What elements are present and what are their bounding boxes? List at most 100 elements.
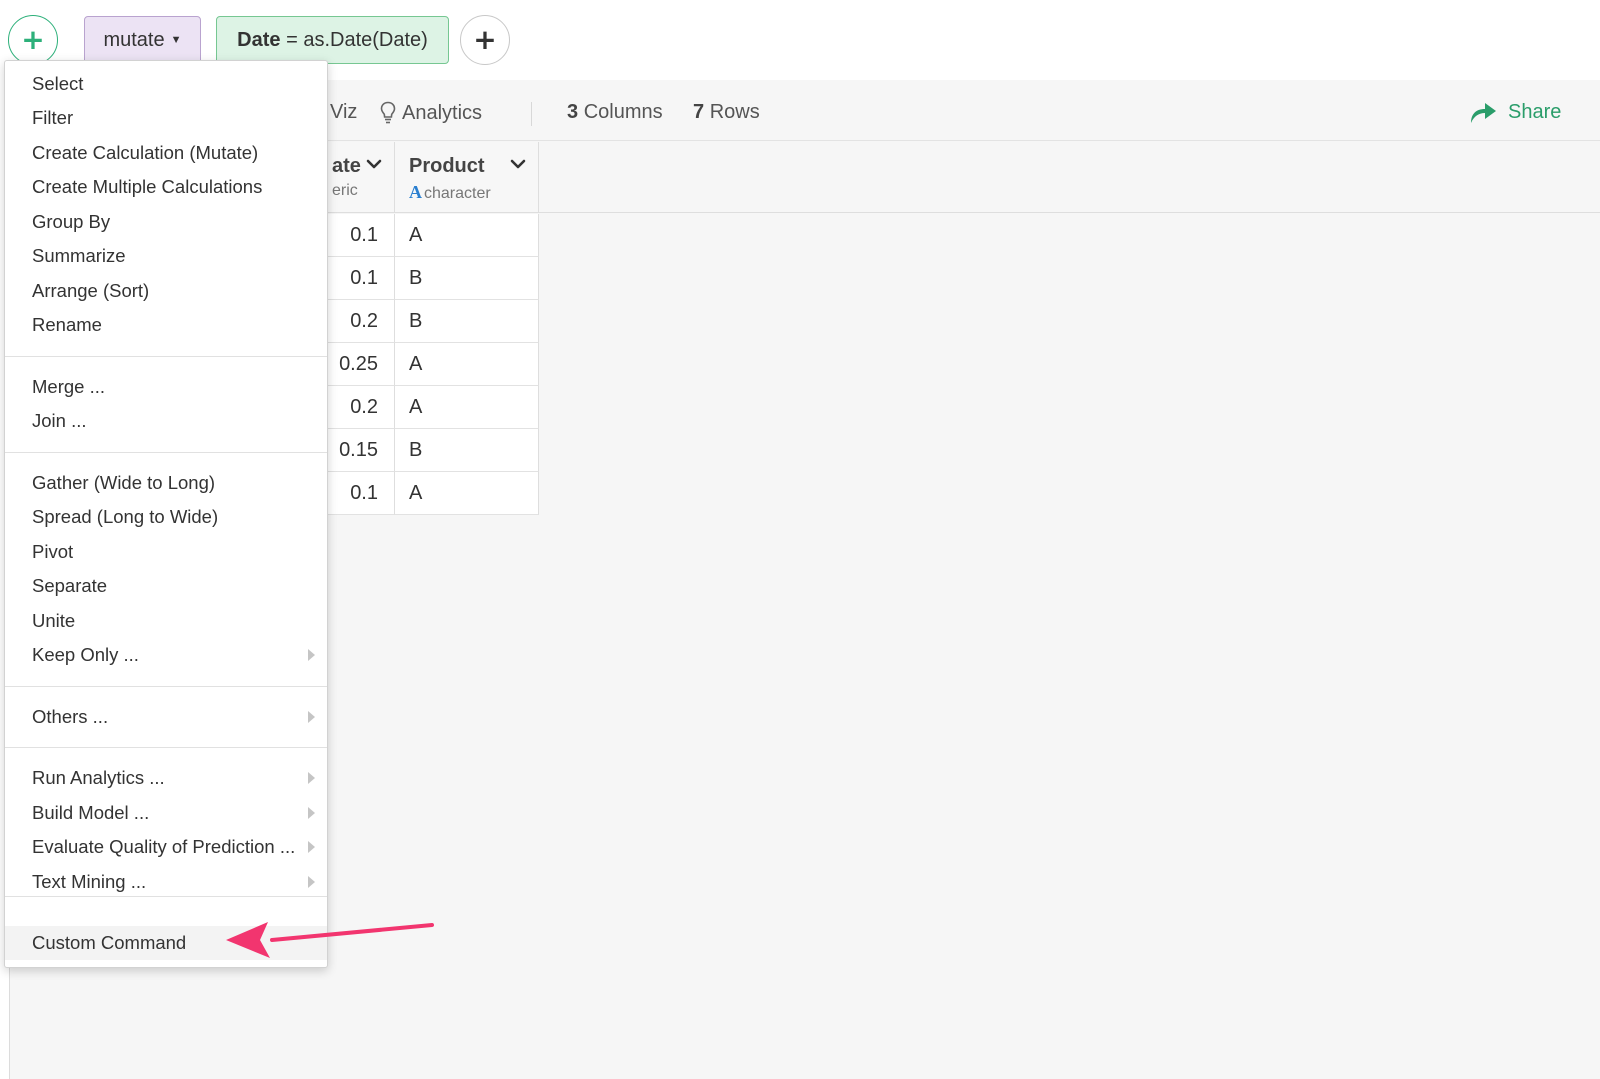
chevron-down-icon[interactable] — [510, 158, 526, 170]
menu-divider — [5, 686, 327, 687]
column-type-label: eric — [332, 182, 358, 199]
plus-icon: + — [473, 23, 497, 56]
share-arrow-icon — [1471, 103, 1496, 123]
menu-item-label: Spread (Long to Wide) — [32, 506, 219, 527]
table-cell: 0.25 — [318, 343, 395, 386]
menu-item-arrange-sort[interactable]: Arrange (Sort) — [5, 274, 327, 308]
menu-item-spread-long-to-wide[interactable]: Spread (Long to Wide) — [5, 500, 327, 534]
menu-item-label: Merge ... — [32, 376, 105, 397]
menu-item-unite[interactable]: Unite — [5, 604, 327, 638]
menu-item-rename[interactable]: Rename — [5, 308, 327, 342]
table-cell: 0.2 — [318, 300, 395, 343]
annotation-arrow — [226, 922, 434, 958]
toolbar-divider — [531, 102, 532, 126]
menu-item-label: Build Model ... — [32, 802, 150, 823]
menu-item-select[interactable]: Select — [5, 67, 327, 101]
share-button[interactable]: Share — [1468, 100, 1561, 124]
menu-item-label: Filter — [32, 107, 74, 128]
menu-item-gather-wide-to-long[interactable]: Gather (Wide to Long) — [5, 466, 327, 500]
table-cell: B — [395, 429, 539, 472]
expression-column: Date — [237, 28, 281, 51]
table-cell: 0.2 — [318, 386, 395, 429]
tab-viz[interactable]: Viz — [330, 101, 357, 124]
share-label: Share — [1508, 100, 1562, 123]
menu-divider — [5, 747, 327, 748]
character-type-icon: A — [409, 182, 422, 202]
table-cell: 0.1 — [318, 257, 395, 300]
menu-item-merge[interactable]: Merge ... — [5, 370, 327, 404]
plus-icon: + — [21, 23, 45, 56]
menu-item-label: Create Multiple Calculations — [32, 176, 263, 197]
menu-item-create-calculation-mutate[interactable]: Create Calculation (Mutate) — [5, 136, 327, 170]
menu-item-others[interactable]: Others ... — [5, 700, 327, 734]
table-cell: 0.1 — [318, 472, 395, 515]
menu-item-label: Create Calculation (Mutate) — [32, 142, 259, 163]
submenu-arrow-icon — [308, 841, 315, 853]
table-cell: A — [395, 472, 539, 515]
table-cell: B — [395, 257, 539, 300]
menu-item-build-model[interactable]: Build Model ... — [5, 796, 327, 830]
add-expression-button[interactable]: + — [460, 15, 510, 65]
menu-item-label: Text Mining ... — [32, 871, 147, 892]
menu-item-label: Gather (Wide to Long) — [32, 472, 216, 493]
submenu-arrow-icon — [308, 772, 315, 784]
menu-item-keep-only[interactable]: Keep Only ... — [5, 638, 327, 672]
table-cell: A — [395, 386, 539, 429]
menu-item-run-analytics[interactable]: Run Analytics ... — [5, 761, 327, 795]
columns-count: 3 Columns — [567, 101, 663, 123]
column-name: Product — [409, 155, 485, 177]
menu-item-text-mining[interactable]: Text Mining ... — [5, 865, 327, 899]
menu-item-filter[interactable]: Filter — [5, 101, 327, 135]
menu-item-label: Evaluate Quality of Prediction ... — [32, 836, 296, 857]
tab-analytics[interactable]: Analytics — [380, 101, 482, 125]
column-name: ate — [332, 155, 361, 177]
menu-item-label: Run Analytics ... — [32, 767, 165, 788]
table-cell: A — [395, 343, 539, 386]
menu-item-label: Rename — [32, 314, 102, 335]
submenu-arrow-icon — [308, 649, 315, 661]
menu-item-create-multiple-calculations[interactable]: Create Multiple Calculations — [5, 170, 327, 204]
submenu-arrow-icon — [308, 711, 315, 723]
column-type-label: character — [424, 185, 491, 202]
column-type: Acharacter — [409, 182, 491, 203]
menu-item-label: Join ... — [32, 410, 87, 431]
menu-item-label: Separate — [32, 575, 108, 596]
menu-divider — [5, 356, 327, 357]
menu-item-label: Arrange (Sort) — [32, 280, 150, 301]
menu-divider — [5, 452, 327, 453]
add-step-dropdown-menu: Select Filter Create Calculation (Mutate) C… — [4, 60, 328, 968]
tab-analytics-label: Analytics — [402, 101, 483, 124]
menu-item-label: Summarize — [32, 245, 126, 266]
step-command-label: mutate — [103, 28, 165, 51]
menu-item-label: Keep Only ... — [32, 644, 139, 665]
chevron-down-icon[interactable] — [366, 158, 382, 170]
rows-count: 7 Rows — [693, 101, 760, 123]
menu-item-group-by[interactable]: Group By — [5, 205, 327, 239]
submenu-arrow-icon — [308, 876, 315, 888]
column-header[interactable]: Product Acharacter — [395, 142, 539, 212]
menu-item-pivot[interactable]: Pivot — [5, 535, 327, 569]
step-expression-chip[interactable]: Date = as.Date(Date) — [216, 16, 449, 64]
add-step-button[interactable]: + — [8, 15, 58, 65]
menu-item-summarize[interactable]: Summarize — [5, 239, 327, 273]
table-cell: 0.15 — [318, 429, 395, 472]
menu-item-separate[interactable]: Separate — [5, 569, 327, 603]
menu-item-join[interactable]: Join ... — [5, 404, 327, 438]
menu-item-label: Others ... — [32, 706, 109, 727]
table-cell: A — [395, 214, 539, 257]
menu-item-label: Pivot — [32, 541, 74, 562]
menu-item-label: Select — [32, 73, 84, 94]
menu-item-label: Group By — [32, 211, 111, 232]
column-type: eric — [332, 182, 358, 200]
mutate-step-button[interactable]: mutate ▼ — [84, 16, 201, 64]
lightbulb-icon — [380, 101, 396, 124]
caret-down-icon: ▼ — [170, 34, 182, 46]
menu-item-evaluate-quality-of-prediction[interactable]: Evaluate Quality of Prediction ... — [5, 830, 327, 864]
column-header[interactable]: ate eric — [318, 142, 395, 212]
menu-item-label: Unite — [32, 610, 76, 631]
table-cell: 0.1 — [318, 214, 395, 257]
submenu-arrow-icon — [308, 807, 315, 819]
menu-item-label: Custom Command — [32, 932, 187, 953]
expression-body: = as.Date(Date) — [280, 28, 428, 51]
table-cell: B — [395, 300, 539, 343]
